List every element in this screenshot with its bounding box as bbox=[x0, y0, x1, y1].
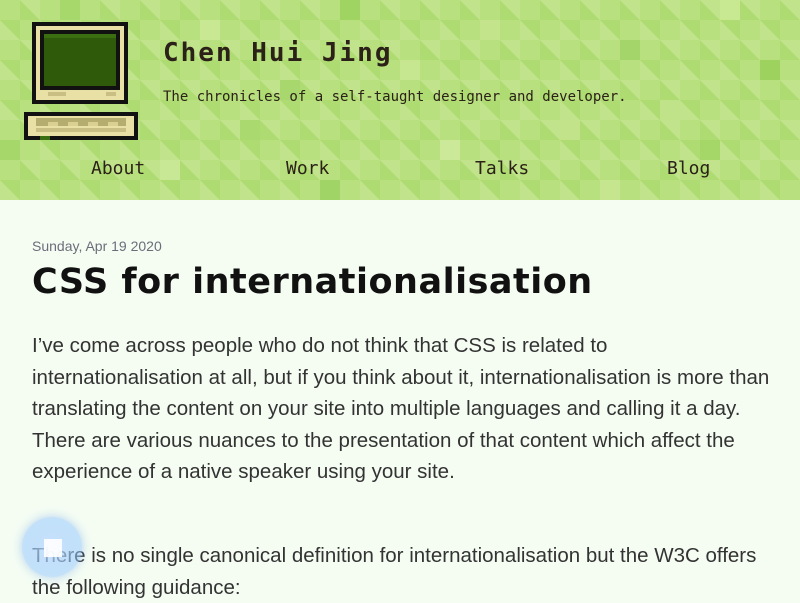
retro-computer-icon[interactable] bbox=[20, 20, 142, 142]
nav-link-work[interactable]: Work bbox=[286, 158, 329, 179]
touch-cursor-indicator bbox=[22, 517, 82, 577]
pixel-block bbox=[720, 0, 740, 20]
pixel-block bbox=[560, 120, 580, 140]
nav-link-about[interactable]: About bbox=[91, 158, 145, 179]
site-title[interactable]: Chen Hui Jing bbox=[163, 38, 393, 68]
pixel-block bbox=[440, 140, 460, 160]
paragraph: There is no single canonical definition … bbox=[32, 544, 757, 599]
post-title: CSS for internationalisation bbox=[32, 262, 593, 302]
nav-link-blog[interactable]: Blog bbox=[667, 158, 710, 179]
nav-link-talks[interactable]: Talks bbox=[475, 158, 529, 179]
cursor-core bbox=[44, 539, 62, 557]
article: Sunday, Apr 19 2020 CSS for internationa… bbox=[32, 238, 772, 599]
post-date: Sunday, Apr 19 2020 bbox=[32, 238, 162, 254]
pixel-block bbox=[340, 0, 360, 20]
site-header: Chen Hui Jing The chronicles of a self-t… bbox=[0, 0, 800, 200]
pixel-block bbox=[620, 40, 640, 60]
pixel-block bbox=[660, 100, 680, 120]
pixel-block bbox=[60, 0, 80, 20]
pixel-block bbox=[760, 60, 780, 80]
pixel-block bbox=[200, 20, 220, 40]
pixel-block bbox=[320, 180, 340, 200]
site-tagline: The chronicles of a self-taught designer… bbox=[163, 89, 627, 105]
pixel-block bbox=[0, 140, 20, 160]
pixel-block bbox=[240, 120, 260, 140]
pixel-block bbox=[400, 60, 420, 80]
pixel-block bbox=[160, 160, 180, 180]
pixel-block bbox=[480, 20, 500, 40]
paragraph: I’ve come across people who do not think… bbox=[32, 334, 770, 483]
pixel-block bbox=[700, 140, 720, 160]
pixel-block bbox=[600, 180, 620, 200]
